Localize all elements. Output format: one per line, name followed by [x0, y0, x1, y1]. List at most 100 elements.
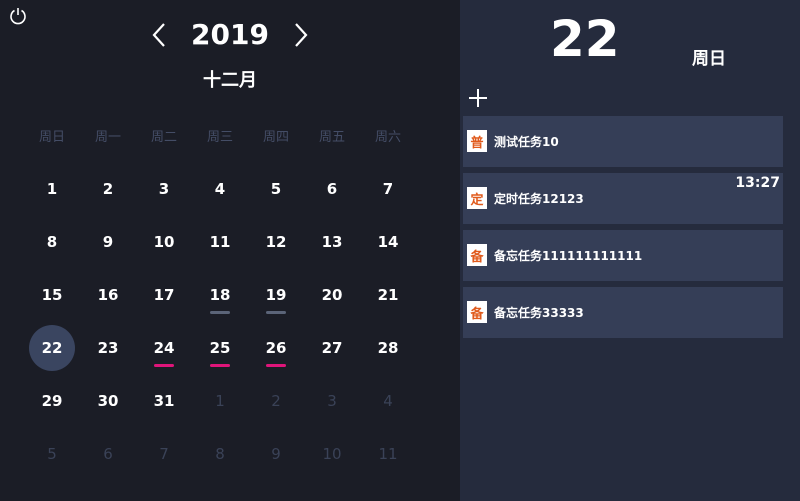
- day-cell[interactable]: 9: [80, 215, 136, 268]
- task-indicator: [266, 311, 286, 314]
- day-cell[interactable]: 12: [248, 215, 304, 268]
- task-title: 备忘任务33333: [494, 306, 584, 320]
- task-type-badge: 备: [467, 244, 487, 266]
- day-number: 2: [102, 179, 114, 198]
- day-cell[interactable]: 24: [136, 321, 192, 374]
- task-type-badge: 定: [467, 187, 487, 209]
- add-task-button[interactable]: [468, 88, 488, 108]
- prev-year-button[interactable]: [149, 20, 171, 50]
- day-number: 22: [41, 338, 63, 357]
- task-item[interactable]: 备备忘任务33333: [463, 287, 783, 338]
- day-cell[interactable]: 8: [24, 215, 80, 268]
- day-cell[interactable]: 28: [360, 321, 416, 374]
- day-number: 16: [97, 285, 119, 304]
- day-cell[interactable]: 21: [360, 268, 416, 321]
- day-cell[interactable]: 4: [192, 162, 248, 215]
- day-number: 24: [153, 338, 175, 357]
- day-cell[interactable]: 10: [136, 215, 192, 268]
- day-number: 29: [41, 391, 63, 410]
- day-cell[interactable]: 16: [80, 268, 136, 321]
- day-cell[interactable]: 6: [80, 427, 136, 480]
- day-cell[interactable]: 10: [304, 427, 360, 480]
- day-cell[interactable]: 20: [304, 268, 360, 321]
- day-number: 7: [382, 179, 394, 198]
- day-number: 23: [97, 338, 119, 357]
- day-number: 17: [153, 285, 175, 304]
- day-number: 9: [102, 232, 114, 251]
- day-cell[interactable]: 7: [136, 427, 192, 480]
- day-number: 27: [321, 338, 343, 357]
- day-cell[interactable]: 3: [136, 162, 192, 215]
- day-cell[interactable]: 29: [24, 374, 80, 427]
- weekday-label: 周三: [206, 130, 233, 145]
- day-cell[interactable]: 13: [304, 215, 360, 268]
- day-cell[interactable]: 9: [248, 427, 304, 480]
- weekday-label: 周一: [94, 130, 121, 145]
- year-label: 2019: [191, 18, 269, 51]
- day-cell[interactable]: 17: [136, 268, 192, 321]
- day-cell[interactable]: 2: [248, 374, 304, 427]
- task-title: 测试任务10: [494, 135, 559, 149]
- task-indicator: [210, 364, 230, 367]
- day-cell[interactable]: 1: [24, 162, 80, 215]
- day-number: 8: [215, 444, 225, 463]
- power-icon[interactable]: [8, 6, 28, 26]
- day-number: 6: [103, 444, 113, 463]
- day-cell[interactable]: 3: [304, 374, 360, 427]
- day-cell[interactable]: 4: [360, 374, 416, 427]
- day-cell[interactable]: 25: [192, 321, 248, 374]
- day-cell[interactable]: 2: [80, 162, 136, 215]
- day-number: 9: [271, 444, 281, 463]
- day-number: 26: [265, 338, 287, 357]
- day-cell[interactable]: 26: [248, 321, 304, 374]
- day-number: 4: [214, 179, 226, 198]
- selected-weekday: 周日: [692, 49, 726, 69]
- day-cell[interactable]: 18: [192, 268, 248, 321]
- day-cell[interactable]: 5: [248, 162, 304, 215]
- day-cell[interactable]: 23: [80, 321, 136, 374]
- task-time: 13:27: [735, 175, 780, 191]
- day-cell[interactable]: 8: [192, 427, 248, 480]
- day-number: 3: [327, 391, 337, 410]
- day-cell[interactable]: 11: [360, 427, 416, 480]
- day-cell[interactable]: 27: [304, 321, 360, 374]
- day-number: 20: [321, 285, 343, 304]
- day-number: 25: [209, 338, 231, 357]
- day-grid: 1 2 3 4 5 6 7 8 9 10 11 12 13 14 15 16 17 18 19 20 21 22 23 24 2…: [24, 162, 416, 480]
- month-label: 十二月: [203, 70, 257, 91]
- task-title: 定时任务12123: [494, 192, 584, 206]
- day-cell[interactable]: 30: [80, 374, 136, 427]
- day-number: 15: [41, 285, 63, 304]
- day-cell[interactable]: 11: [192, 215, 248, 268]
- day-number: 21: [377, 285, 399, 304]
- day-cell[interactable]: 14: [360, 215, 416, 268]
- day-number: 8: [46, 232, 58, 251]
- day-cell[interactable]: 1: [192, 374, 248, 427]
- day-cell[interactable]: 6: [304, 162, 360, 215]
- chevron-right-icon: [295, 23, 308, 47]
- day-number: 7: [159, 444, 169, 463]
- day-cell-selected[interactable]: 22: [24, 321, 80, 374]
- chevron-left-icon: [152, 23, 165, 47]
- task-item[interactable]: 定定时任务12123 13:27: [463, 173, 783, 224]
- day-number: 3: [158, 179, 170, 198]
- day-number: 13: [321, 232, 343, 251]
- weekday-label: 周六: [374, 130, 401, 145]
- task-item[interactable]: 备备忘任务111111111111: [463, 230, 783, 281]
- day-cell[interactable]: 15: [24, 268, 80, 321]
- day-number: 1: [46, 179, 58, 198]
- day-cell[interactable]: 31: [136, 374, 192, 427]
- day-cell[interactable]: 7: [360, 162, 416, 215]
- day-number: 12: [265, 232, 287, 251]
- task-item[interactable]: 普测试任务10: [463, 116, 783, 167]
- next-year-button[interactable]: [289, 20, 311, 50]
- day-number: 5: [270, 179, 282, 198]
- weekday-label: 周日: [38, 130, 65, 145]
- day-cell[interactable]: 19: [248, 268, 304, 321]
- task-type-badge: 普: [467, 130, 487, 152]
- detail-panel: 22 周日 普测试任务10 定定时任务12123 13:27 备备忘任务1111111…: [460, 0, 800, 501]
- day-number: 14: [377, 232, 399, 251]
- task-indicator: [210, 311, 230, 314]
- day-cell[interactable]: 5: [24, 427, 80, 480]
- day-number: 10: [322, 444, 342, 463]
